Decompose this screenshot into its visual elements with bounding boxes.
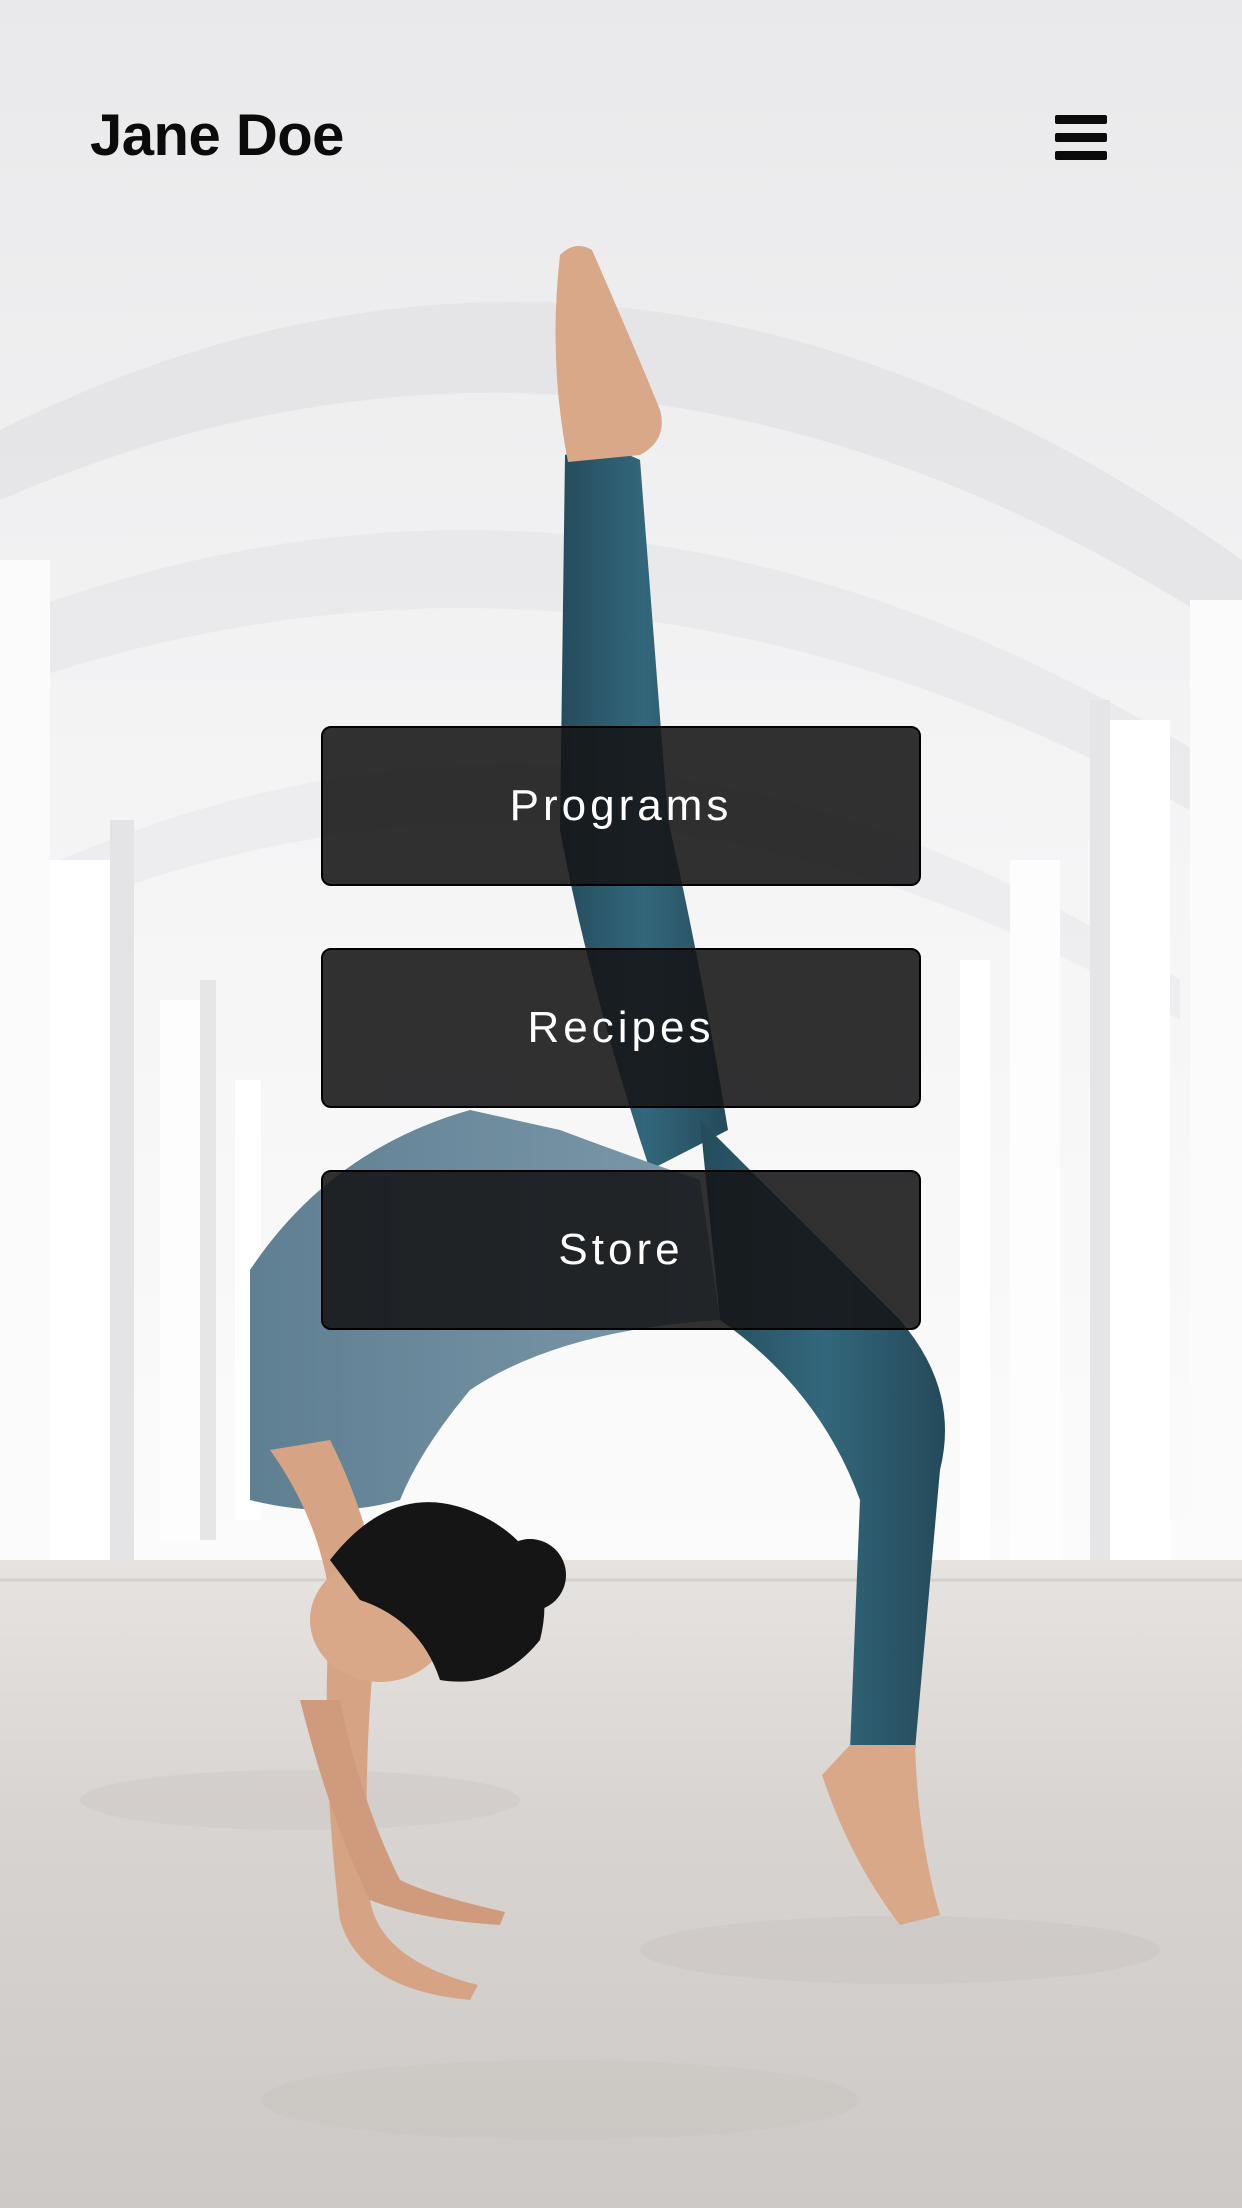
top-header: Jane Doe [0,0,1242,280]
programs-button[interactable]: Programs [321,726,921,886]
main-nav: Programs Recipes Store [321,726,921,1392]
brand-title[interactable]: Jane Doe [90,100,344,172]
hamburger-menu-button[interactable] [1046,106,1116,170]
recipes-button[interactable]: Recipes [321,948,921,1108]
hamburger-menu-icon [1055,115,1107,124]
hamburger-menu-icon-bar [1055,133,1107,142]
store-button[interactable]: Store [321,1170,921,1330]
home-screen: Jane Doe Programs Recipes Store [0,0,1242,2208]
hamburger-menu-icon-bar [1055,151,1107,160]
